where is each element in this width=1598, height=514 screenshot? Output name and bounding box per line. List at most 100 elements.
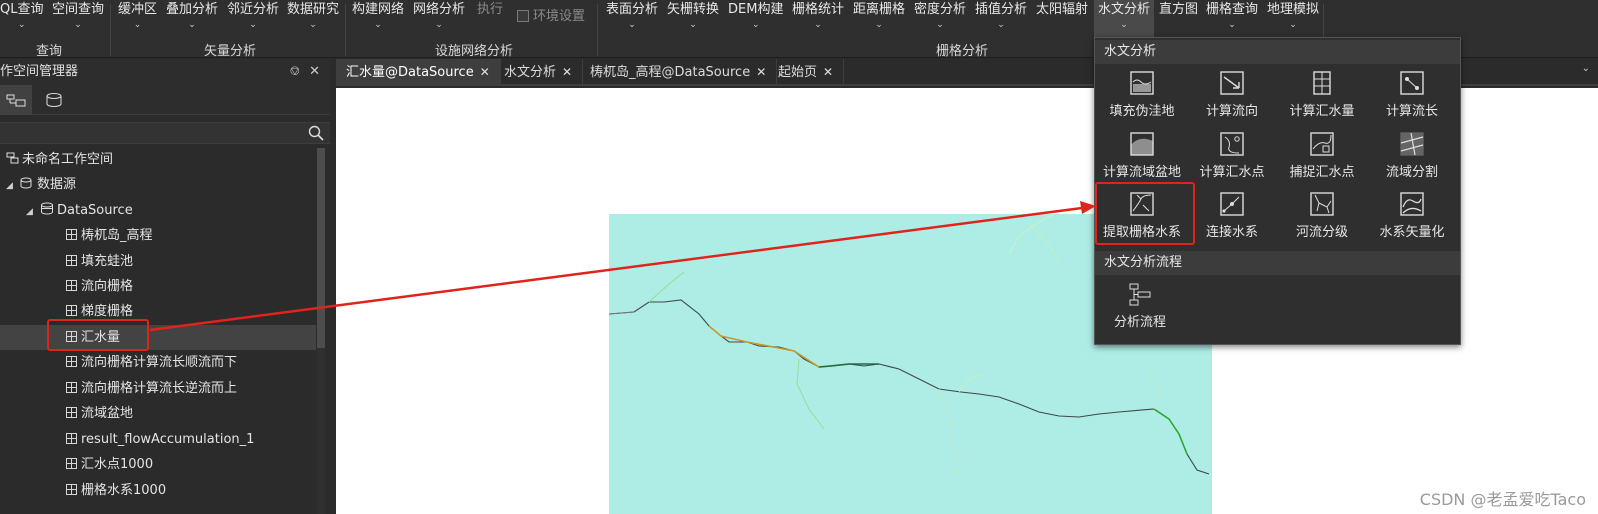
- chevron-down-icon: ⌄: [435, 20, 443, 30]
- chevron-down-icon: ⌄: [188, 20, 196, 30]
- geo-simulation-button[interactable]: 地理模拟 ⌄: [1267, 2, 1319, 32]
- chevron-down-icon: ⌄: [875, 20, 883, 30]
- dem-build-button[interactable]: DEM构建 ⌄: [728, 2, 783, 32]
- close-icon[interactable]: ✕: [756, 65, 766, 79]
- pour-point-button[interactable]: 计算汇水点: [1187, 129, 1277, 189]
- surface-analysis-button[interactable]: 表面分析 ⌄: [606, 2, 658, 32]
- basin-button[interactable]: 计算流域盆地: [1097, 129, 1187, 189]
- tree-node-dataset[interactable]: 梼杌岛_高程: [0, 223, 316, 248]
- grid-icon: [66, 255, 77, 266]
- spatial-query-button[interactable]: 空间查询 ⌄: [52, 2, 104, 32]
- vector-raster-convert-button[interactable]: 矢栅转换 ⌄: [667, 2, 719, 32]
- stream-order-icon: [1310, 192, 1334, 216]
- density-analysis-button[interactable]: 密度分析 ⌄: [914, 2, 966, 32]
- group-label-network-analysis: 设施网络分析: [434, 44, 513, 59]
- analysis-workflow-button[interactable]: 分析流程: [1095, 279, 1185, 339]
- chevron-down-icon: ⌄: [689, 20, 697, 30]
- buffer-button[interactable]: 缓冲区 ⌄: [118, 2, 157, 32]
- grid-icon: [66, 229, 77, 240]
- tab-flow-accumulation-map[interactable]: 汇水量@DataSource ✕: [336, 59, 501, 86]
- proximity-analysis-button[interactable]: 邻近分析 ⌄: [227, 2, 279, 32]
- tab-start-page[interactable]: 起始页 ✕: [768, 59, 845, 86]
- grid-icon: [66, 407, 77, 418]
- network-analysis-button[interactable]: 网络分析 ⌄: [413, 2, 465, 32]
- tree-node-dataset[interactable]: 流域盆地: [0, 401, 316, 426]
- tab-elevation-map[interactable]: 梼杌岛_高程@DataSource ✕: [580, 59, 778, 86]
- group-divider: [345, 4, 346, 56]
- build-network-button[interactable]: 构建网络 ⌄: [352, 2, 404, 32]
- panel-tab-strip: [0, 85, 330, 115]
- tree-node-dataset[interactable]: 流向栅格: [0, 274, 316, 299]
- tree-node-dataset[interactable]: result_flowAccumulation_1: [0, 427, 316, 452]
- chevron-down-icon[interactable]: ⌄: [1582, 63, 1590, 74]
- close-icon[interactable]: ✕: [562, 65, 572, 79]
- hydrology-analysis-button[interactable]: 水文分析 ⌄: [1094, 0, 1154, 38]
- tree-node-dataset[interactable]: 汇水点1000: [0, 452, 316, 477]
- tab-datasource-view[interactable]: [38, 85, 70, 115]
- scrollbar-thumb[interactable]: [317, 148, 325, 348]
- chevron-down-icon: ⌄: [751, 20, 760, 30]
- grid-icon: [66, 433, 77, 444]
- tree-scrollbar[interactable]: [317, 148, 325, 514]
- histogram-button[interactable]: 直方图: [1159, 2, 1198, 18]
- expand-arrow-icon[interactable]: ◢: [6, 174, 20, 199]
- grid-icon: [66, 458, 77, 469]
- link-stream-button[interactable]: 连接水系: [1187, 189, 1277, 249]
- tab-hydrology-analysis[interactable]: 水文分析 ✕: [494, 59, 584, 86]
- flow-direction-button[interactable]: 计算流向: [1187, 68, 1277, 128]
- solar-radiation-button[interactable]: 太阳辐射: [1036, 2, 1088, 18]
- flow-length-button[interactable]: 计算流长: [1367, 68, 1457, 128]
- chevron-down-icon: ⌄: [74, 20, 82, 30]
- tree-node-dataset[interactable]: 流向栅格计算流长逆流而上: [0, 376, 316, 401]
- distance-raster-button[interactable]: 距离栅格 ⌄: [853, 2, 905, 32]
- fill-sink-icon: [1130, 71, 1154, 95]
- execute-button[interactable]: 执行: [477, 2, 503, 18]
- snap-pour-point-button[interactable]: 捕捉汇水点: [1277, 129, 1367, 189]
- datasources-icon: [20, 177, 32, 189]
- database-icon: [41, 202, 53, 215]
- expand-arrow-icon[interactable]: ◢: [26, 200, 40, 225]
- database-icon: [46, 93, 62, 107]
- close-icon[interactable]: ✕: [309, 59, 320, 85]
- tree-node-datasource[interactable]: ◢ DataSource: [0, 198, 316, 223]
- tree-node-workspace[interactable]: 未命名工作空间: [0, 147, 316, 172]
- overlay-analysis-button[interactable]: 叠加分析 ⌄: [166, 2, 218, 32]
- stream-order-button[interactable]: 河流分级: [1277, 189, 1367, 249]
- stream-vectorize-button[interactable]: 水系矢量化: [1367, 189, 1457, 249]
- environment-settings-checkbox[interactable]: 环境设置: [517, 5, 585, 24]
- watershed-button[interactable]: 流域分割: [1367, 129, 1457, 189]
- tab-workspace-tree[interactable]: [0, 85, 32, 115]
- search-icon[interactable]: [308, 125, 324, 141]
- stream-vectorize-icon: [1400, 192, 1424, 216]
- grid-icon: [66, 305, 77, 316]
- grid-icon: [66, 356, 77, 367]
- sql-query-button[interactable]: QL查询 ⌄: [0, 2, 43, 32]
- raster-query-button[interactable]: 栅格查询 ⌄: [1206, 2, 1258, 32]
- tree-view-icon: [6, 94, 26, 107]
- watershed-icon: [1400, 132, 1424, 156]
- pin-icon[interactable]: ⎊: [290, 59, 300, 85]
- tree-node-dataset[interactable]: 流向栅格计算流长顺流而下: [0, 350, 316, 375]
- grid-icon: [66, 280, 77, 291]
- group-divider: [110, 4, 111, 56]
- raster-statistics-button[interactable]: 栅格统计 ⌄: [792, 2, 844, 32]
- tree-node-datasources[interactable]: ◢ 数据源: [0, 172, 316, 197]
- checkbox-icon: [517, 10, 529, 22]
- chevron-down-icon: ⌄: [1289, 20, 1297, 30]
- flow-direction-icon: [1220, 71, 1244, 95]
- chevron-down-icon: ⌄: [628, 20, 636, 30]
- interpolation-button[interactable]: 插值分析 ⌄: [975, 2, 1027, 32]
- close-icon[interactable]: ✕: [823, 65, 833, 79]
- close-icon[interactable]: ✕: [480, 65, 490, 79]
- flow-accumulation-button[interactable]: 计算汇水量: [1277, 68, 1367, 128]
- grid-icon: [66, 382, 77, 393]
- watermark-text: CSDN @老孟爱吃Taco: [1419, 490, 1586, 509]
- tree-search-input[interactable]: [0, 122, 330, 144]
- data-research-button[interactable]: 数据研究 ⌄: [287, 2, 339, 32]
- panel-title: 作空间管理器: [0, 64, 79, 79]
- tree-node-dataset[interactable]: 栅格水系1000: [0, 478, 316, 503]
- group-label-query: 查询: [35, 44, 62, 59]
- tree-node-dataset[interactable]: 填充蛙池: [0, 249, 316, 274]
- chevron-down-icon: ⌄: [1228, 20, 1236, 30]
- fill-sink-button[interactable]: 填充伪洼地: [1097, 68, 1187, 128]
